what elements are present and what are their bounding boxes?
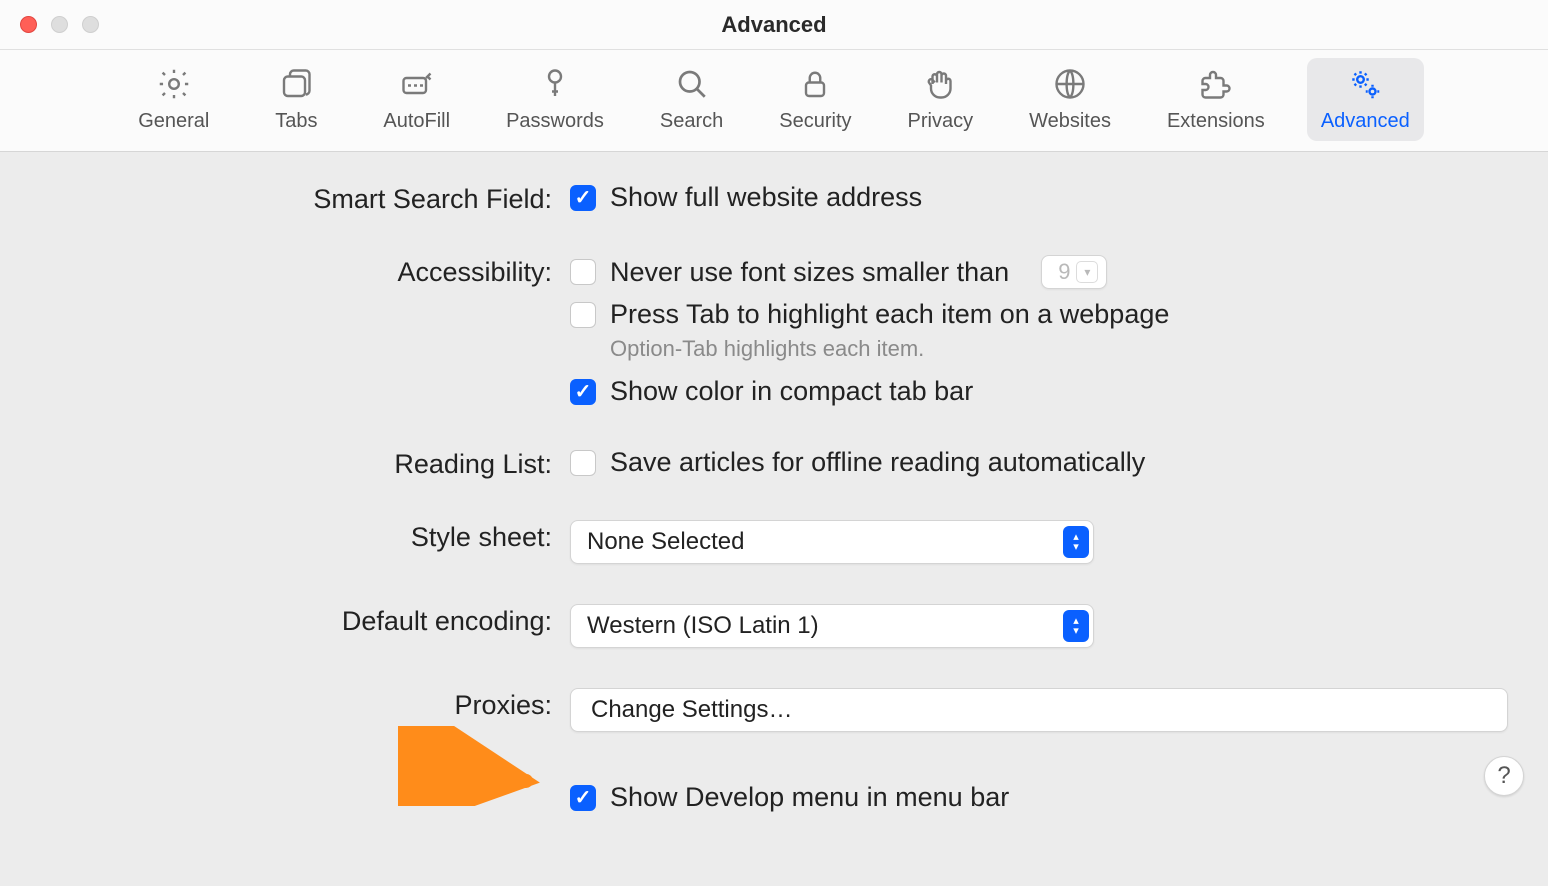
close-icon[interactable] [20,16,37,33]
tab-label: Extensions [1167,110,1265,133]
show-full-address-text: Show full website address [610,182,922,213]
accessibility-label: Accessibility: [40,255,570,288]
min-font-value: 9 [1058,259,1070,285]
help-icon: ? [1497,762,1510,790]
default-encoding-value: Western (ISO Latin 1) [587,612,819,640]
tab-highlight-checkbox[interactable] [570,302,596,328]
tab-autofill[interactable]: AutoFill [369,58,464,141]
autofill-icon [399,66,435,102]
gears-icon [1347,66,1383,102]
tab-highlight-hint: Option-Tab highlights each item. [610,336,1508,362]
tab-advanced[interactable]: Advanced [1307,58,1424,141]
key-icon [537,66,573,102]
hand-icon [922,66,958,102]
min-font-text: Never use font sizes smaller than [610,257,1009,288]
default-encoding-select[interactable]: Western (ISO Latin 1) [570,604,1094,648]
prefs-toolbar: General Tabs AutoFill Passwords Search S… [0,50,1548,152]
tab-websites[interactable]: Websites [1015,58,1125,141]
tab-label: Search [660,110,723,133]
tab-label: Tabs [275,110,317,133]
offline-reading-text: Save articles for offline reading automa… [610,447,1145,478]
tab-tabs[interactable]: Tabs [251,58,341,141]
default-encoding-label: Default encoding: [40,604,570,637]
globe-icon [1052,66,1088,102]
search-icon [674,66,710,102]
tab-highlight-text: Press Tab to highlight each item on a we… [610,299,1169,330]
select-stepper-icon [1063,610,1089,642]
titlebar: Advanced [0,0,1548,50]
tabs-icon [278,66,314,102]
offline-reading-checkbox[interactable] [570,450,596,476]
tab-search[interactable]: Search [646,58,737,141]
style-sheet-select[interactable]: None Selected [570,520,1094,564]
show-full-address-checkbox[interactable] [570,185,596,211]
tab-extensions[interactable]: Extensions [1153,58,1279,141]
gear-icon [156,66,192,102]
tab-label: Security [779,110,851,133]
window-controls [20,16,99,33]
compact-color-text: Show color in compact tab bar [610,376,973,407]
change-settings-text: Change Settings… [591,696,792,724]
smart-search-label: Smart Search Field: [40,182,570,215]
tab-passwords[interactable]: Passwords [492,58,618,141]
help-button[interactable]: ? [1484,756,1524,796]
show-develop-checkbox[interactable] [570,785,596,811]
min-font-checkbox[interactable] [570,259,596,285]
show-develop-text: Show Develop menu in menu bar [610,782,1009,813]
tab-label: Advanced [1321,110,1410,133]
tab-label: Privacy [908,110,974,133]
chevron-down-icon [1076,261,1098,283]
zoom-icon[interactable] [82,16,99,33]
style-sheet-value: None Selected [587,528,744,556]
tab-label: Passwords [506,110,604,133]
spacer-label [40,782,570,784]
select-stepper-icon [1063,526,1089,558]
lock-icon [797,66,833,102]
tab-general[interactable]: General [124,58,223,141]
compact-color-checkbox[interactable] [570,379,596,405]
proxies-label: Proxies: [40,688,570,721]
puzzle-icon [1198,66,1234,102]
reading-list-label: Reading List: [40,447,570,480]
window-title: Advanced [0,12,1548,38]
min-font-size-dropdown[interactable]: 9 [1041,255,1107,289]
tab-label: General [138,110,209,133]
tab-security[interactable]: Security [765,58,865,141]
minimize-icon[interactable] [51,16,68,33]
content-area: Smart Search Field: Show full website ad… [0,152,1548,855]
tab-privacy[interactable]: Privacy [894,58,988,141]
style-sheet-label: Style sheet: [40,520,570,553]
change-settings-button[interactable]: Change Settings… [570,688,1508,732]
tab-label: AutoFill [383,110,450,133]
tab-label: Websites [1029,110,1111,133]
